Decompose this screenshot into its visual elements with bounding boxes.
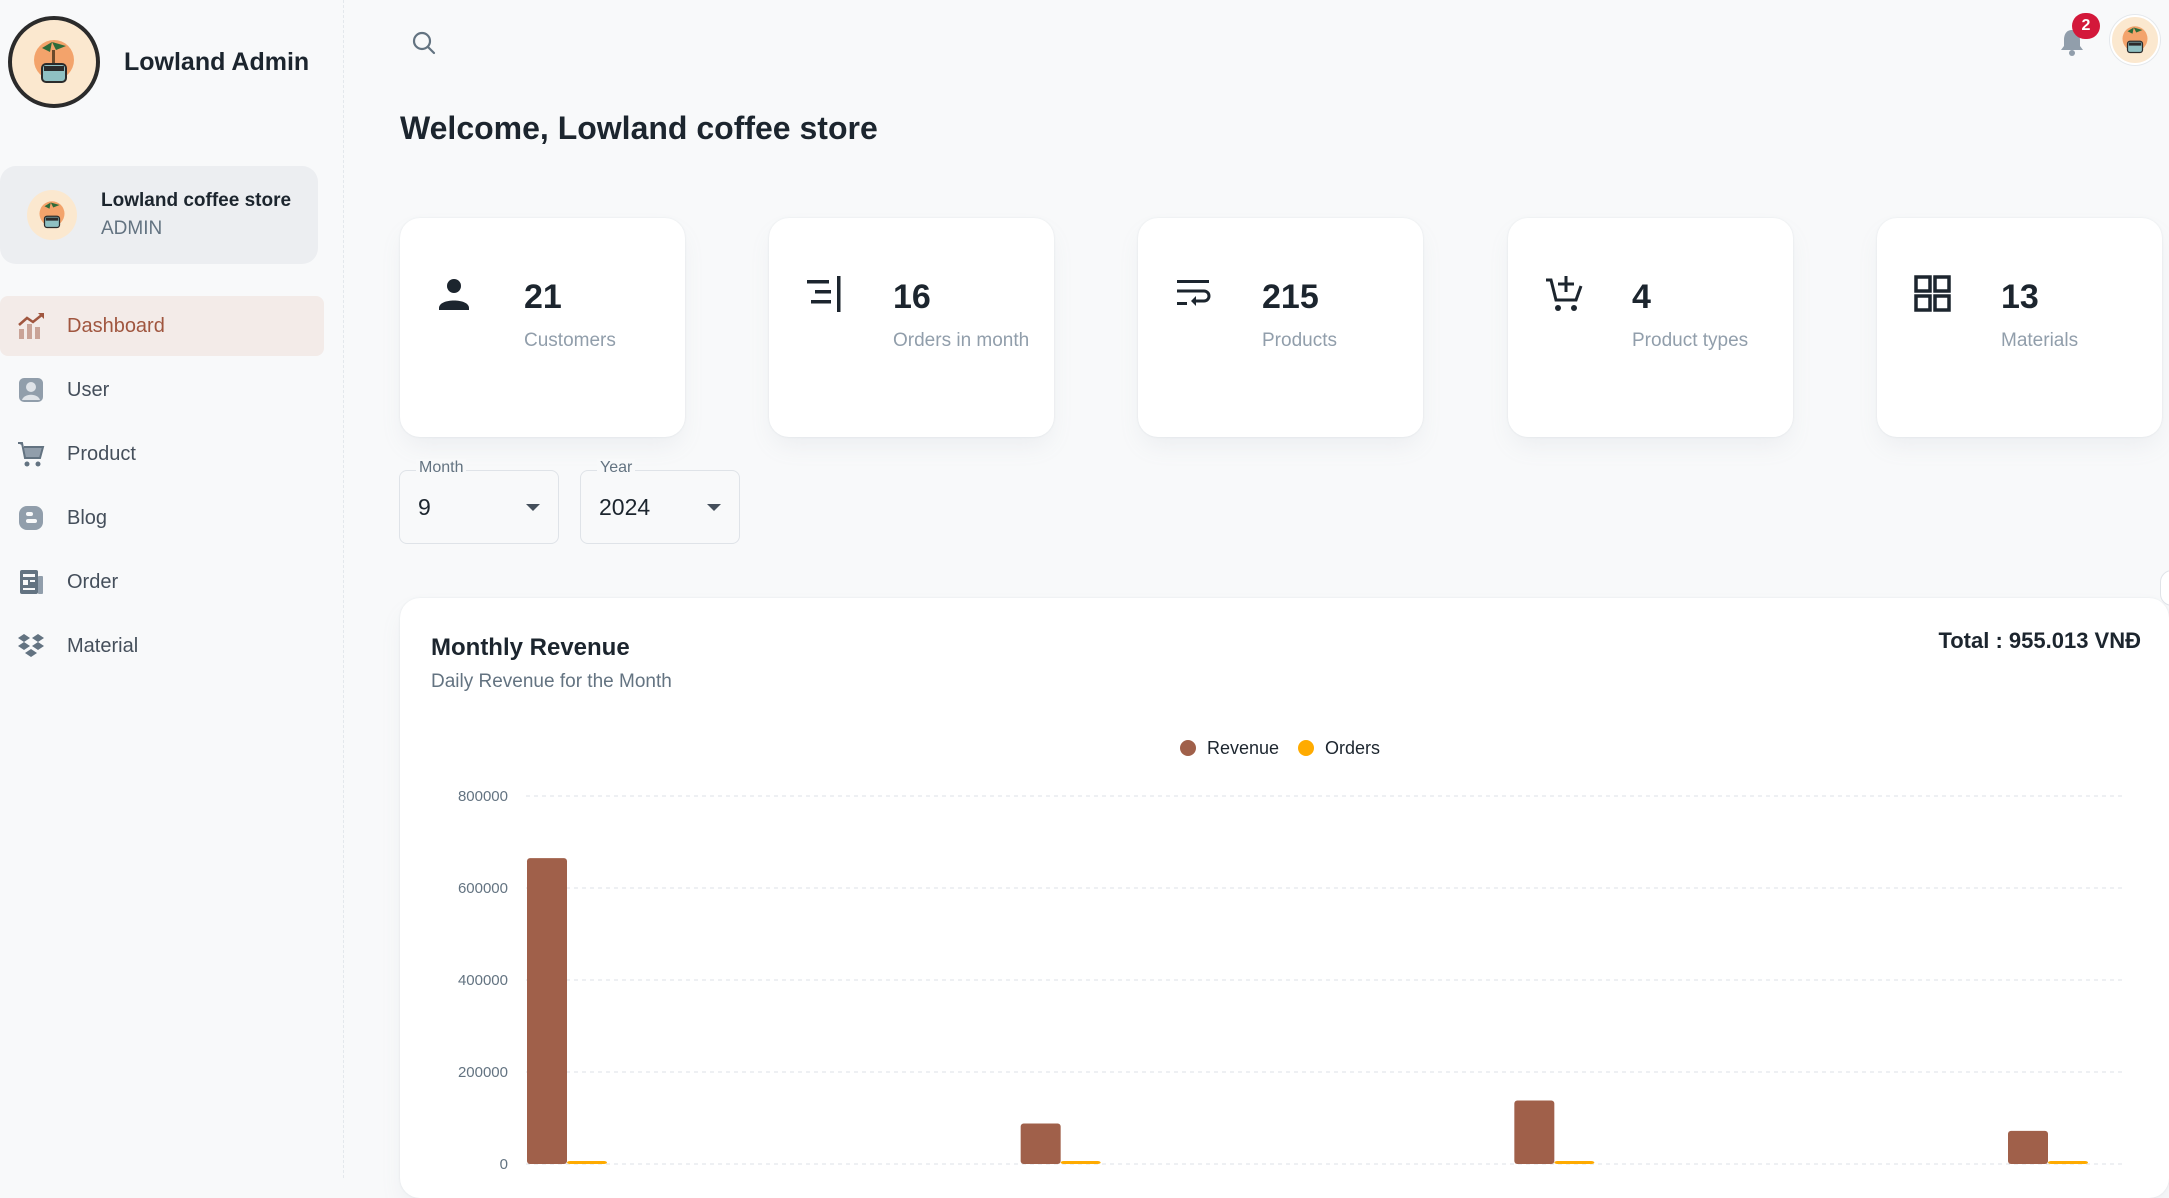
legend-label: Orders — [1325, 738, 1380, 758]
logo — [8, 16, 100, 108]
sidebar-nav: Dashboard User Product Blog Order Materi… — [0, 296, 324, 680]
sidebar-item-dashboard[interactable]: Dashboard — [0, 296, 324, 356]
y-tick-label: 400000 — [458, 972, 508, 989]
stat-value: 16 — [893, 278, 931, 316]
cart-icon — [16, 439, 46, 469]
month-select[interactable]: Month 9 — [399, 459, 559, 544]
stat-card-orders: 16 Orders in month — [769, 218, 1054, 437]
month-select-label: Month — [416, 459, 467, 477]
user-icon — [16, 375, 46, 405]
sidebar-item-material[interactable]: Material — [0, 616, 324, 676]
search-icon[interactable] — [410, 29, 440, 59]
stat-label: Products — [1262, 330, 1337, 351]
y-tick-label: 600000 — [458, 880, 508, 897]
y-tick-label: 800000 — [458, 788, 508, 805]
page-title: Welcome, Lowland coffee store — [400, 110, 878, 146]
sidebar-item-label: Blog — [67, 506, 108, 529]
grid-icon — [1913, 274, 1957, 318]
sidebar-item-user[interactable]: User — [0, 360, 324, 420]
account-name: Lowland coffee store — [101, 190, 292, 211]
add-cart-icon — [1544, 274, 1588, 318]
orders-bar — [567, 1161, 607, 1164]
stat-card-products: 215 Products — [1138, 218, 1423, 437]
y-tick-label: 200000 — [458, 1064, 508, 1081]
revenue-bar — [1020, 1123, 1061, 1164]
sidebar-item-blog[interactable]: Blog — [0, 488, 324, 548]
revenue-chart-card: Monthly Revenue Daily Revenue for the Mo… — [400, 598, 2169, 1198]
legend-marker — [1298, 740, 1314, 756]
stat-label: Customers — [524, 330, 616, 351]
person-icon — [436, 274, 480, 318]
dropbox-icon — [16, 631, 46, 661]
sidebar-item-label: Material — [67, 634, 139, 657]
legend-marker — [1180, 740, 1196, 756]
sidebar-item-label: Dashboard — [67, 314, 165, 337]
year-select[interactable]: Year 2024 — [580, 459, 740, 544]
products-icon — [1174, 274, 1218, 318]
chevron-down-icon — [707, 504, 721, 511]
stat-value: 215 — [1262, 278, 1319, 316]
stat-label: Product types — [1632, 330, 1749, 351]
account-card[interactable]: Lowland coffee store ADMIN — [0, 166, 318, 264]
revenue-chart: 800000 600000 400000 200000 0 Revenue Orders — [458, 738, 2123, 1173]
orders-bar — [2048, 1161, 2088, 1164]
stat-value: 4 — [1632, 278, 1651, 316]
sidebar-item-label: Order — [67, 570, 119, 593]
user-avatar[interactable] — [2110, 15, 2160, 65]
blog-icon — [16, 503, 46, 533]
stat-label: Orders in month — [893, 330, 1030, 351]
revenue-bar — [1514, 1100, 1555, 1164]
orders-bar — [1554, 1161, 1595, 1164]
year-select-value: 2024 — [599, 494, 651, 520]
stat-card-product-types: 4 Product types — [1508, 218, 1793, 437]
account-role: ADMIN — [101, 218, 163, 239]
year-select-label: Year — [597, 459, 636, 477]
orders-icon — [805, 274, 849, 318]
brand[interactable]: Lowland Admin — [8, 16, 309, 108]
orders-bar — [1060, 1161, 1101, 1164]
stat-label: Materials — [2001, 330, 2079, 351]
y-tick-label: 0 — [500, 1156, 508, 1173]
chart-icon — [16, 311, 46, 341]
notification-badge: 2 — [2072, 13, 2100, 39]
stat-card-customers: 21 Customers — [400, 218, 685, 437]
chevron-down-icon — [526, 504, 540, 511]
stat-value: 21 — [524, 278, 562, 316]
brand-title: Lowland Admin — [124, 47, 310, 76]
scroll-handle[interactable] — [2160, 570, 2169, 606]
legend-label: Revenue — [1207, 738, 1279, 758]
sidebar-item-label: User — [67, 378, 110, 401]
revenue-bar — [2008, 1130, 2048, 1164]
order-icon — [16, 567, 46, 597]
avatar — [27, 190, 77, 240]
stat-value: 13 — [2001, 278, 2039, 316]
sidebar-item-order[interactable]: Order — [0, 552, 324, 612]
revenue-bar — [527, 858, 567, 1164]
month-select-value: 9 — [418, 494, 431, 520]
stat-card-materials: 13 Materials — [1877, 218, 2162, 437]
sidebar-item-product[interactable]: Product — [0, 424, 324, 484]
sidebar-item-label: Product — [67, 442, 136, 465]
sidebar: Lowland Admin Lowland coffee store ADMIN — [0, 0, 344, 1178]
